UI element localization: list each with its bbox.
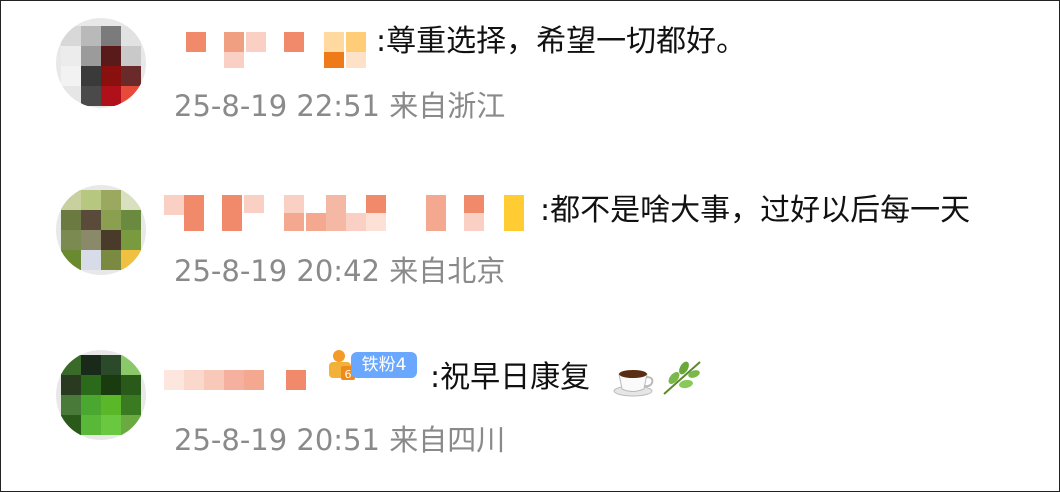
comment-item[interactable]: 6 铁粉4 :祝早日康复 25-8-19 20:51 来自四川 bbox=[0, 330, 1060, 490]
avatar[interactable] bbox=[56, 185, 146, 275]
hot-beverage-icon bbox=[613, 358, 655, 402]
comment-location: 来自北京 bbox=[389, 254, 506, 288]
comment-time: 25-8-19 22:51 bbox=[174, 89, 380, 123]
username-blurred[interactable] bbox=[180, 24, 370, 72]
comment-meta: 25-8-19 20:42 来自北京 bbox=[174, 251, 505, 291]
comment-time: 25-8-19 20:51 bbox=[174, 423, 380, 457]
comment-item[interactable]: :尊重选择，希望一切都好。 25-8-19 22:51 来自浙江 bbox=[0, 0, 1060, 160]
username-blurred[interactable] bbox=[160, 356, 320, 404]
comment-meta: 25-8-19 20:51 来自四川 bbox=[174, 420, 505, 460]
comment-text: :祝早日康复 bbox=[430, 360, 591, 395]
comment-meta: 25-8-19 22:51 来自浙江 bbox=[174, 86, 505, 126]
fan-badge-label: 铁粉4 bbox=[351, 352, 417, 378]
comment-location: 来自浙江 bbox=[389, 89, 506, 123]
comment-time: 25-8-19 20:42 bbox=[174, 254, 380, 288]
herb-icon bbox=[660, 358, 704, 402]
comment-location: 来自四川 bbox=[389, 423, 506, 457]
comment-item[interactable]: :都不是啥大事，过好以后每一天 25-8-19 20:42 来自北京 bbox=[0, 163, 1060, 323]
comment-text: :尊重选择，希望一切都好。 bbox=[376, 24, 747, 59]
avatar[interactable] bbox=[56, 350, 146, 440]
username-blurred[interactable] bbox=[160, 185, 530, 233]
avatar[interactable] bbox=[56, 18, 146, 108]
comment-text: :都不是啥大事，过好以后每一天 bbox=[540, 193, 971, 228]
fan-badge[interactable]: 6 铁粉4 bbox=[325, 348, 417, 381]
